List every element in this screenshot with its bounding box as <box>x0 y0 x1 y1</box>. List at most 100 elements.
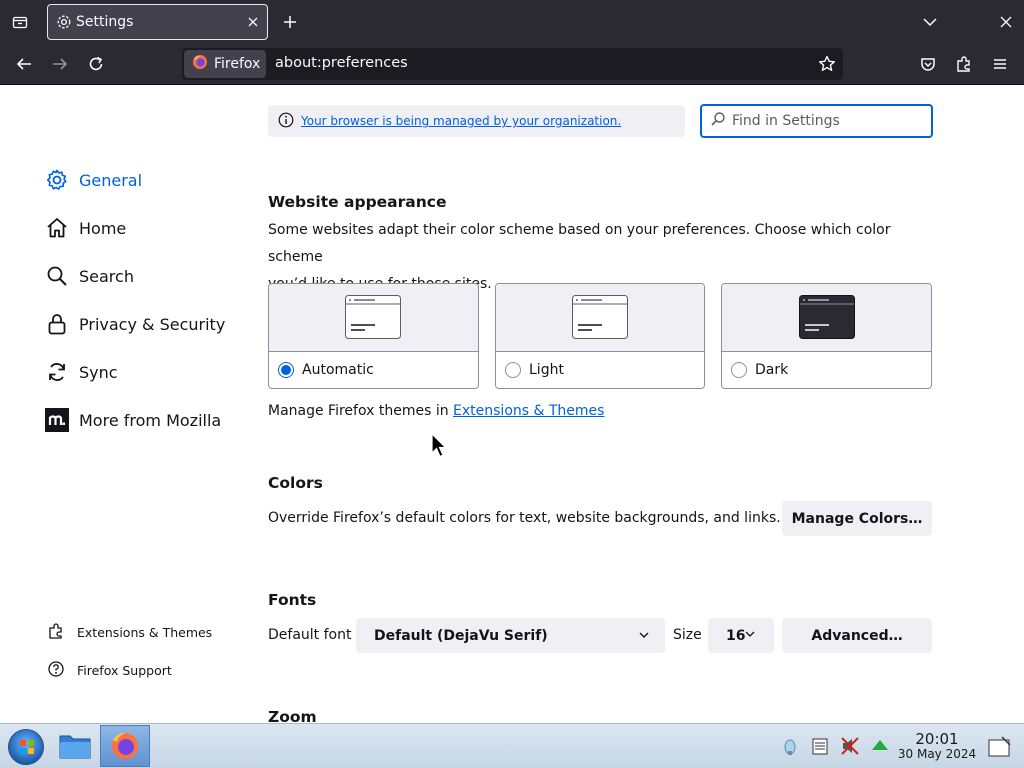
sidebar-item-label: Home <box>79 218 127 238</box>
preferences-page: General Home Search Privacy & Security S… <box>0 85 1024 723</box>
gear-icon <box>56 14 72 30</box>
zoom-heading: Zoom <box>268 708 317 723</box>
clipboard-icon[interactable] <box>810 736 830 756</box>
identity-box[interactable]: Firefox <box>184 50 266 78</box>
website-appearance-heading: Website appearance <box>268 193 447 211</box>
chevron-down-icon <box>637 628 651 642</box>
update-arrow-icon[interactable] <box>870 736 890 756</box>
tab-title: Settings <box>76 14 134 30</box>
sidebar-link-extensions-themes[interactable]: Extensions & Themes <box>47 621 212 643</box>
scheme-option-automatic[interactable]: Automatic <box>268 283 479 389</box>
colors-heading: Colors <box>268 474 323 492</box>
close-tab-icon[interactable] <box>245 14 261 30</box>
mozilla-logo-icon <box>45 408 69 432</box>
scheme-label-row: Dark <box>722 352 931 388</box>
search-input[interactable] <box>732 113 922 129</box>
extensions-icon[interactable] <box>952 52 976 76</box>
scheme-preview <box>269 284 478 352</box>
chevron-down-icon <box>744 628 758 642</box>
extensions-themes-link[interactable]: Extensions & Themes <box>453 403 604 419</box>
clock[interactable]: 20:01 30 May 2024 <box>896 731 978 762</box>
themes-prefix: Manage Firefox themes in <box>268 403 454 419</box>
scheme-label: Automatic <box>302 362 374 378</box>
colors-description: Override Firefox’s default colors for te… <box>268 510 781 526</box>
close-window-icon[interactable] <box>996 12 1016 32</box>
settings-search[interactable] <box>700 104 933 138</box>
identity-label: Firefox <box>214 56 261 72</box>
font-size-label: Size <box>673 627 702 643</box>
sidebar-item-home[interactable]: Home <box>45 214 126 242</box>
lock-icon <box>45 312 69 336</box>
bookmark-star-icon[interactable] <box>817 54 837 74</box>
network-icon[interactable] <box>780 736 800 756</box>
pocket-icon[interactable] <box>916 52 940 76</box>
themes-line: Manage Firefox themes in Extensions & Th… <box>268 398 604 425</box>
sidebar-item-more-from-mozilla[interactable]: More from Mozilla <box>45 406 221 434</box>
new-tab-icon[interactable] <box>280 12 300 32</box>
sidebar-foot-label: Extensions & Themes <box>77 624 213 640</box>
info-icon <box>278 112 294 131</box>
back-icon[interactable] <box>12 52 36 76</box>
sidebar-foot-label: Firefox Support <box>77 662 172 678</box>
policy-link[interactable]: Your browser is being managed by your or… <box>301 114 621 128</box>
sidebar-item-label: More from Mozilla <box>79 410 222 430</box>
home-icon <box>45 216 69 240</box>
default-font-label: Default font <box>268 627 352 643</box>
manage-colors-button[interactable]: Manage Colors… <box>782 501 932 536</box>
nav-bar: Firefox about:preferences <box>0 44 1024 85</box>
radio-automatic[interactable] <box>278 362 294 378</box>
list-all-tabs-icon[interactable] <box>8 10 32 34</box>
default-font-select[interactable]: Default (DejaVu Serif) <box>356 618 665 653</box>
show-desktop-icon[interactable] <box>988 736 1012 758</box>
mouse-cursor-icon <box>431 433 447 458</box>
volume-muted-icon[interactable] <box>840 736 860 756</box>
radio-dark[interactable] <box>731 362 747 378</box>
app-menu-icon[interactable] <box>988 52 1012 76</box>
chevron-down-icon[interactable] <box>920 12 940 32</box>
url-text[interactable]: about:preferences <box>275 55 408 71</box>
start-menu-icon[interactable] <box>8 729 44 765</box>
scheme-label-row: Light <box>496 352 704 388</box>
sidebar-item-general[interactable]: General <box>45 166 142 194</box>
sidebar-item-privacy[interactable]: Privacy & Security <box>45 310 225 338</box>
radio-light[interactable] <box>505 362 521 378</box>
font-size-value: 16 <box>726 627 746 644</box>
search-icon <box>45 264 69 288</box>
font-size-select[interactable]: 16 <box>708 618 774 653</box>
firefox-taskbar-icon[interactable] <box>100 725 150 767</box>
puzzle-icon <box>47 622 65 643</box>
sidebar-item-sync[interactable]: Sync <box>45 358 118 386</box>
reload-icon[interactable] <box>84 52 108 76</box>
scheme-label-row: Automatic <box>269 352 478 388</box>
sidebar-item-search[interactable]: Search <box>45 262 134 290</box>
description-line: Some websites adapt their color scheme b… <box>268 222 891 265</box>
taskbar: 20:01 30 May 2024 <box>0 723 1024 768</box>
scheme-option-light[interactable]: Light <box>495 283 705 389</box>
scheme-preview <box>496 284 704 352</box>
policy-notice: Your browser is being managed by your or… <box>268 105 685 137</box>
firefox-logo-icon <box>192 54 208 74</box>
fonts-heading: Fonts <box>268 591 317 609</box>
default-font-value: Default (DejaVu Serif) <box>374 627 548 644</box>
sidebar-item-label: Privacy & Security <box>79 314 226 334</box>
tab-settings[interactable]: Settings <box>47 4 268 40</box>
scheme-label: Light <box>529 362 564 378</box>
help-icon <box>47 660 65 681</box>
tab-bar: Settings <box>0 0 1024 44</box>
search-icon <box>710 111 726 131</box>
clock-date: 30 May 2024 <box>897 747 977 761</box>
sidebar-link-firefox-support[interactable]: Firefox Support <box>47 659 172 681</box>
sync-icon <box>45 360 69 384</box>
scheme-option-dark[interactable]: Dark <box>721 283 932 389</box>
scheme-preview <box>722 284 931 352</box>
sidebar-item-label: General <box>79 170 143 190</box>
file-manager-icon[interactable] <box>50 725 100 767</box>
clock-time: 20:01 <box>915 730 959 748</box>
sidebar-item-label: Search <box>79 266 134 286</box>
advanced-fonts-button[interactable]: Advanced… <box>782 618 932 653</box>
scheme-label: Dark <box>755 362 789 378</box>
url-bar[interactable]: Firefox about:preferences <box>182 48 843 80</box>
sidebar-item-label: Sync <box>79 362 118 382</box>
gear-icon <box>45 168 69 192</box>
forward-icon[interactable] <box>48 52 72 76</box>
